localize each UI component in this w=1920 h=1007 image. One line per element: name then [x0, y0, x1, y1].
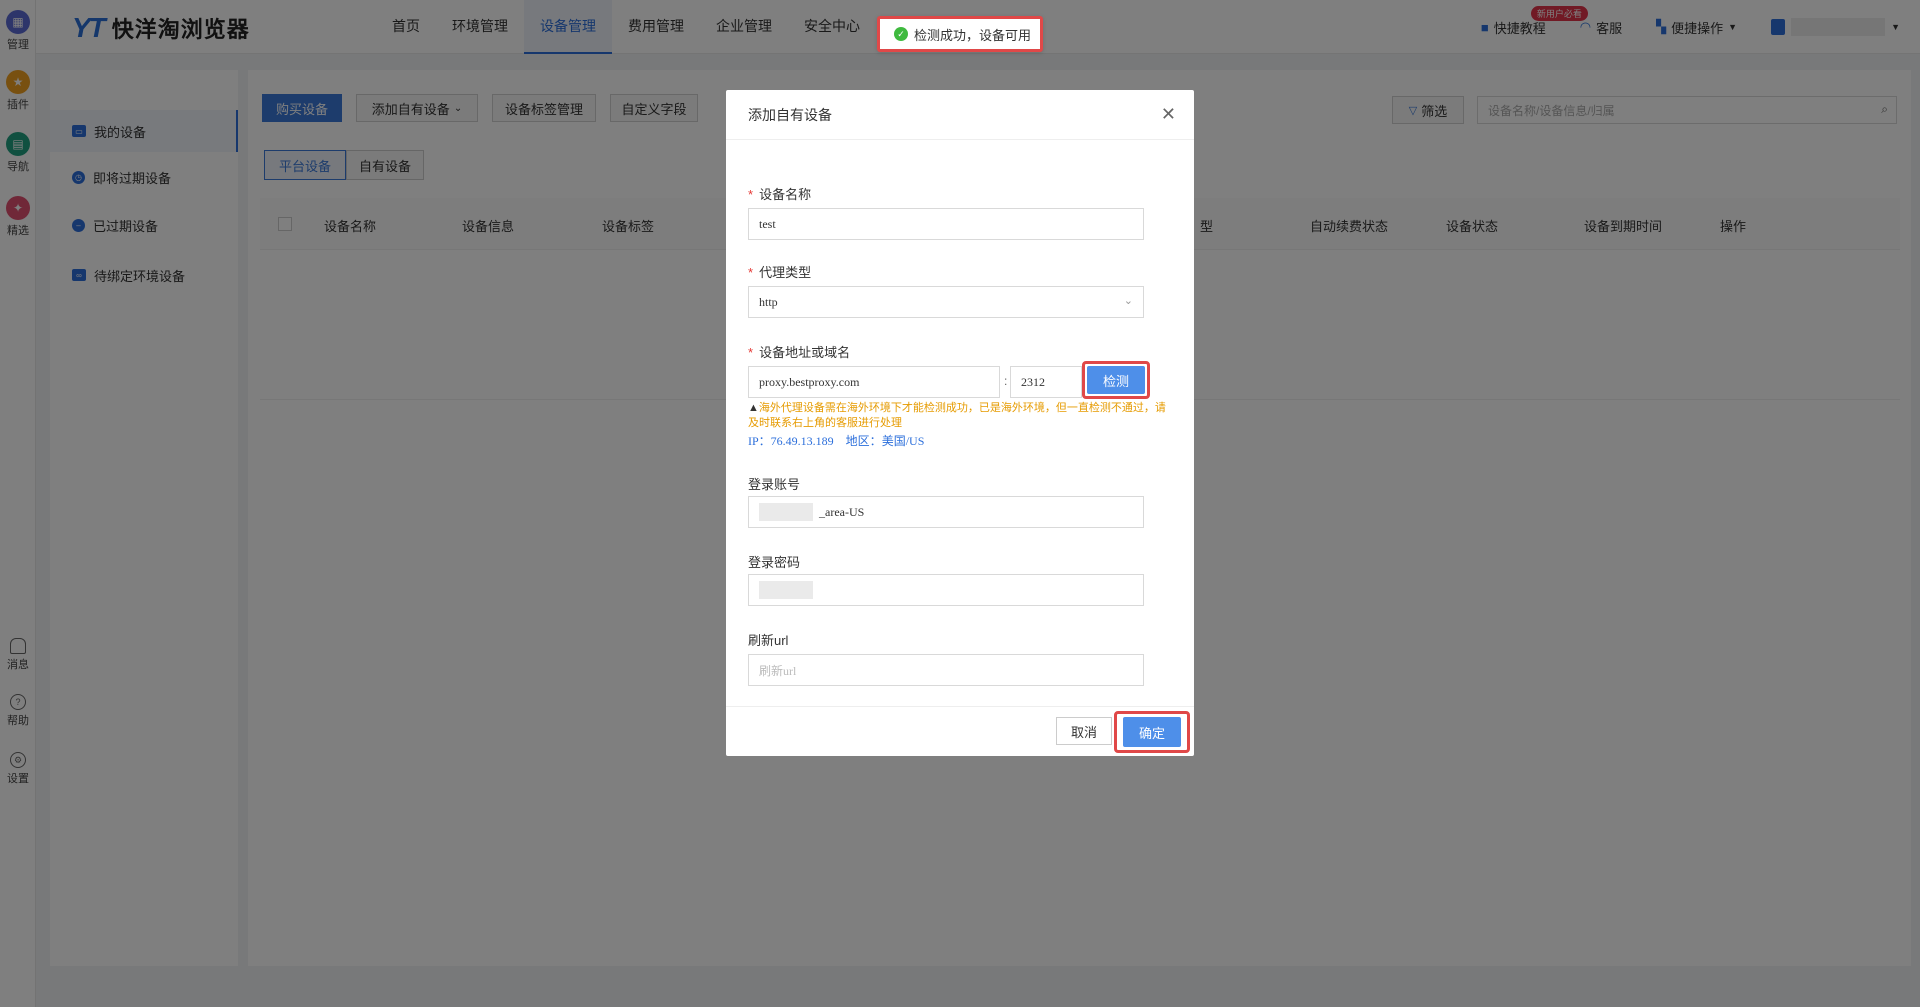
device-name-label: * 设备名称 [748, 184, 811, 203]
address-label: * 设备地址或域名 [748, 342, 850, 361]
device-name-value: test [759, 216, 776, 231]
modal-title: 添加自有设备 [748, 106, 832, 123]
required-mark: * [748, 265, 754, 280]
device-name-input[interactable]: test [748, 208, 1144, 240]
confirm-button-highlight: 确定 [1114, 711, 1190, 753]
close-icon[interactable]: ✕ [1161, 104, 1176, 125]
ip-field: IP：76.49.13.189 [748, 432, 834, 449]
check-button-highlight: 检测 [1082, 361, 1150, 399]
region-value: 美国/US [881, 434, 925, 448]
account-label: 登录账号 [748, 477, 801, 492]
region-label: 地区： [845, 434, 882, 448]
proxy-type-value: http [759, 294, 778, 309]
proxy-type-label-text: 代理类型 [759, 265, 812, 280]
account-suffix: _area-US [819, 504, 865, 519]
overseas-warning: ▲海外代理设备需在海外环境下才能检测成功，已是海外环境，但一直检测不通过，请及时… [748, 401, 1168, 431]
chevron-down-icon: ⌄ [1123, 295, 1133, 307]
check-button[interactable]: 检测 [1087, 366, 1145, 394]
modal-header: 添加自有设备 ✕ [726, 90, 1194, 140]
proxy-type-label: * 代理类型 [748, 262, 811, 281]
account-input[interactable]: _area-US [748, 496, 1144, 528]
password-label: 登录密码 [748, 555, 801, 570]
required-mark: * [748, 187, 754, 202]
refresh-url-placeholder: 刷新url [759, 663, 797, 678]
account-redacted [759, 503, 813, 521]
warning-text: 海外代理设备需在海外环境下才能检测成功，已是海外环境，但一直检测不通过，请及时联… [748, 402, 1166, 429]
region-field: 地区：美国/US [846, 432, 925, 449]
refresh-url-label: 刷新url [748, 633, 789, 648]
password-input[interactable] [748, 574, 1144, 606]
confirm-button[interactable]: 确定 [1123, 717, 1181, 747]
port-input[interactable]: 2312 [1010, 366, 1082, 398]
ip-label: IP： [748, 434, 771, 448]
check-circle-icon: ✓ [894, 27, 908, 41]
device-name-label-text: 设备名称 [759, 187, 812, 202]
address-label-text: 设备地址或域名 [759, 345, 851, 360]
address-value: proxy.bestproxy.com [759, 374, 860, 389]
required-mark: * [748, 345, 754, 360]
refresh-url-input[interactable]: 刷新url [748, 654, 1144, 686]
success-toast: ✓ 检测成功，设备可用 [877, 16, 1043, 52]
ip-value: 76.49.13.189 [770, 434, 834, 448]
proxy-type-select[interactable]: http ⌄ [748, 286, 1144, 318]
password-redacted [759, 581, 813, 599]
ip-info: IP：76.49.13.189 地区：美国/US [748, 432, 924, 449]
cancel-button[interactable]: 取消 [1056, 717, 1112, 745]
warning-icon: ▲ [748, 402, 759, 414]
port-value: 2312 [1021, 374, 1045, 389]
address-input[interactable]: proxy.bestproxy.com [748, 366, 1000, 398]
modal-footer: 取消 确定 [726, 706, 1194, 756]
toast-message: 检测成功，设备可用 [914, 27, 1032, 43]
add-own-device-modal: 添加自有设备 ✕ * 设备名称 test * 代理类型 http ⌄ * 设备地址或域… [726, 90, 1194, 756]
port-separator: : [1004, 374, 1008, 388]
